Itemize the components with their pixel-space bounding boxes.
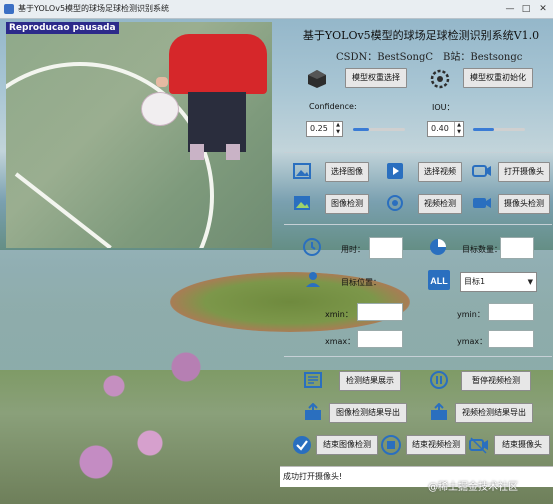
target-position-label: 目标位置： [341, 278, 381, 287]
video-display: Reproducao pausada [6, 22, 272, 248]
open-camera-button[interactable]: 打开摄像头 [498, 162, 550, 182]
close-button[interactable]: ✕ [536, 2, 550, 16]
time-label: 用时： [341, 245, 365, 254]
iou-spinbox[interactable]: 0.40 ▲ ▼ [427, 121, 464, 137]
xmin-field [357, 303, 403, 321]
clock-icon [303, 238, 321, 256]
player-pants [188, 92, 246, 152]
pie-chart-icon [430, 239, 446, 255]
pause-icon [430, 371, 448, 389]
time-value-field [369, 237, 403, 259]
status-message: 成功打开摄像头! [283, 472, 343, 481]
pause-video-button[interactable]: 暂停视频检测 [461, 371, 531, 391]
end-video-detect-button[interactable]: 结束视频检测 [406, 435, 466, 455]
target-select-dropdown[interactable]: 目标1 ▼ [460, 272, 537, 292]
image-icon [293, 163, 311, 179]
chevron-down-icon: ▼ [527, 278, 533, 286]
player-leg [190, 144, 204, 160]
model-init-button[interactable]: 模型权重初始化 [463, 68, 533, 88]
export-video-icon [431, 403, 447, 420]
confidence-value: 0.25 [310, 124, 328, 133]
target-count-field [500, 237, 534, 259]
football [141, 92, 179, 126]
check-icon [293, 436, 311, 454]
bili-label: B站：Bestsongc [443, 52, 523, 63]
confidence-spinbox[interactable]: 0.25 ▲ ▼ [306, 121, 343, 137]
confidence-slider-fill [353, 128, 369, 131]
select-image-button[interactable]: 选择图像 [325, 162, 369, 182]
end-image-detect-button[interactable]: 结束图像检测 [316, 435, 378, 455]
video-play-icon [387, 163, 403, 179]
csdn-label: CSDN：BestSongC [336, 52, 434, 63]
show-result-button[interactable]: 检测结果展示 [339, 371, 401, 391]
video-detect-button[interactable]: 视频检测 [418, 194, 462, 214]
xmax-label: xmax： [325, 337, 356, 346]
player-shirt [169, 34, 267, 94]
end-camera-button[interactable]: 结束摄像头 [494, 435, 550, 455]
ymax-field [488, 330, 534, 348]
app-icon [4, 4, 14, 14]
iou-slider-fill [473, 128, 494, 131]
export-image-result-button[interactable]: 图像检测结果导出 [329, 403, 407, 423]
cube-icon [308, 70, 326, 88]
stop-camera-icon [469, 437, 488, 454]
divider [284, 152, 552, 153]
maximize-button[interactable]: □ [519, 2, 533, 16]
export-image-icon [305, 403, 321, 420]
image-detect-icon [294, 196, 310, 210]
background-flowers [60, 310, 240, 500]
player-leg [226, 144, 240, 160]
target-select-value: 目标1 [464, 277, 486, 286]
corner-watermark: @稀土掘金技术社区 [428, 482, 518, 493]
gear-icon [430, 69, 450, 89]
user-location-icon [306, 272, 320, 287]
target-count-label: 目标数量： [462, 245, 502, 254]
video-detect-icon [387, 195, 403, 211]
divider [284, 224, 552, 225]
title-bar: 基于YOLOv5模型的球场足球检测识别系统 — □ ✕ [0, 0, 553, 19]
spin-arrows-icon[interactable]: ▲ ▼ [454, 122, 463, 136]
camera-detect-button[interactable]: 摄像头检测 [498, 194, 550, 214]
export-video-result-button[interactable]: 视频检测结果导出 [455, 403, 533, 423]
page-title: 基于YOLOv5模型的球场足球检测识别系统V1.0 [302, 29, 540, 42]
app-window: 基于YOLOv5模型的球场足球检测识别系统 — □ ✕ Reproducao p… [0, 0, 553, 504]
iou-label: IOU： [432, 103, 455, 112]
ymax-label: ymax： [457, 337, 488, 346]
select-video-button[interactable]: 选择视频 [418, 162, 462, 182]
camera-icon [472, 165, 491, 177]
minimize-button[interactable]: — [503, 2, 517, 16]
ymin-label: ymin： [457, 310, 485, 319]
xmin-label: xmin： [325, 310, 353, 319]
image-detect-button[interactable]: 图像检测 [325, 194, 369, 214]
player-hand [156, 77, 168, 87]
xmax-field [357, 330, 403, 348]
spin-arrows-icon[interactable]: ▲ ▼ [333, 122, 342, 136]
iou-slider[interactable] [473, 128, 525, 131]
divider [284, 356, 552, 357]
ymin-field [488, 303, 534, 321]
result-display-icon [304, 372, 322, 388]
confidence-slider[interactable] [353, 128, 405, 131]
window-title: 基于YOLOv5模型的球场足球检测识别系统 [18, 4, 170, 13]
all-targets-icon: ALL [428, 270, 450, 290]
iou-value: 0.40 [431, 124, 449, 133]
stop-video-icon [381, 435, 401, 455]
model-select-button[interactable]: 模型权重选择 [345, 68, 407, 88]
confidence-label: Confidence: [309, 102, 357, 111]
video-watermark: Reproducao pausada [6, 22, 119, 34]
camera-detect-icon [473, 198, 491, 208]
svg-text:ALL: ALL [430, 276, 448, 286]
